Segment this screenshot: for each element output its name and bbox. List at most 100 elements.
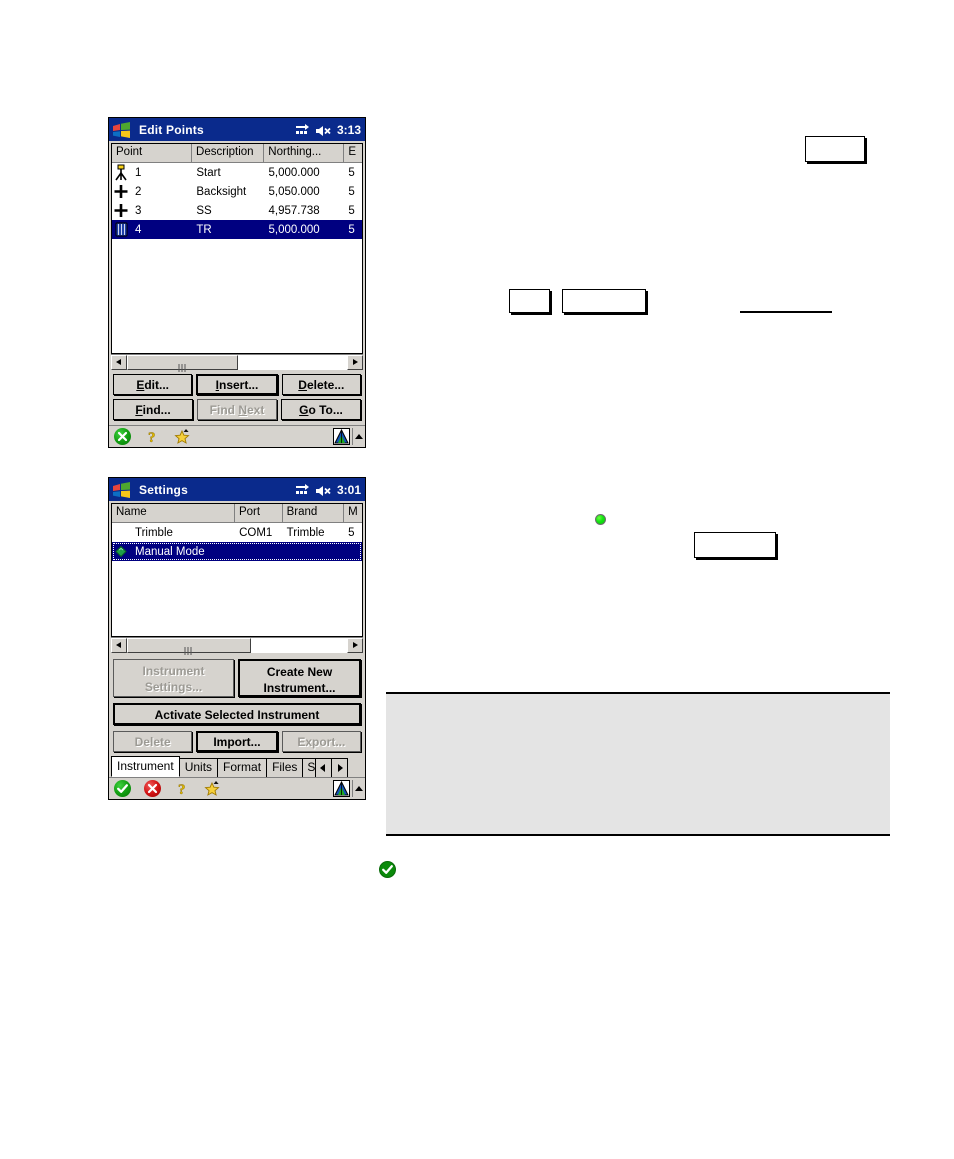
scrollbar-grip-icon bbox=[178, 359, 187, 372]
settings-window: Settings 3:01 Name Port Brand M Trimble … bbox=[108, 477, 366, 800]
tab-units[interactable]: Units bbox=[178, 758, 219, 777]
edit-points-grid-header: Point Description Northing... E bbox=[112, 144, 362, 163]
tab-scroll-left-icon[interactable] bbox=[315, 758, 333, 777]
cell-easting: 5 bbox=[348, 166, 355, 179]
settings-clock[interactable]: 3:01 bbox=[337, 483, 361, 497]
cell-description: TR bbox=[196, 223, 212, 236]
edit-points-horizontal-scrollbar[interactable] bbox=[111, 354, 363, 372]
column-header-model[interactable]: M bbox=[344, 504, 362, 522]
input-panel-icon[interactable] bbox=[333, 428, 350, 445]
scrollbar-thumb[interactable] bbox=[127, 355, 238, 372]
column-header-easting[interactable]: E bbox=[344, 144, 362, 162]
insert-button[interactable]: Insert... bbox=[196, 374, 278, 395]
scrollbar-thumb[interactable] bbox=[127, 638, 251, 655]
edit-points-button-row-2: Find... Find Next Go To... bbox=[109, 399, 365, 420]
settings-statusbar: ? bbox=[109, 777, 365, 799]
green-check-icon bbox=[379, 861, 396, 878]
tab-instrument[interactable]: Instrument bbox=[111, 756, 180, 777]
callout-box-top-right bbox=[805, 136, 865, 162]
scrollbar-grip-icon bbox=[184, 642, 194, 655]
input-panel-icon[interactable] bbox=[333, 780, 350, 797]
cell-description: Start bbox=[196, 166, 221, 179]
settings-horizontal-scrollbar[interactable] bbox=[111, 637, 363, 655]
table-row[interactable]: 3 SS 4,957.738 5 bbox=[112, 201, 362, 220]
close-x-icon[interactable] bbox=[144, 780, 161, 797]
volume-muted-icon[interactable] bbox=[315, 484, 332, 496]
edit-points-titlebar: Edit Points 3:13 bbox=[109, 118, 365, 141]
input-panel-arrow-icon[interactable] bbox=[352, 780, 363, 797]
cell-northing: 5,050.000 bbox=[268, 185, 320, 198]
volume-muted-icon[interactable] bbox=[315, 124, 332, 136]
close-x-icon[interactable] bbox=[114, 428, 131, 445]
settings-tabstrip: Instrument Units Format Files S bbox=[111, 756, 363, 777]
inline-underline bbox=[740, 311, 832, 313]
delete-button: Delete bbox=[113, 731, 193, 752]
scroll-right-icon[interactable] bbox=[347, 355, 363, 370]
column-header-port[interactable]: Port bbox=[234, 504, 283, 522]
cell-point: 1 bbox=[135, 166, 142, 179]
instrument-settings-button: Instrument Settings... bbox=[113, 659, 234, 697]
settings-grid-body: Trimble COM1 Trimble 5 Manual Mode bbox=[112, 523, 362, 561]
find-button[interactable]: Find... bbox=[113, 399, 193, 420]
input-panel-arrow-icon[interactable] bbox=[352, 428, 363, 445]
edit-points-grid: Point Description Northing... E 1 Start … bbox=[111, 143, 363, 354]
column-header-description[interactable]: Description bbox=[192, 144, 265, 162]
help-question-icon[interactable]: ? bbox=[174, 780, 191, 798]
callout-box-settings bbox=[694, 532, 776, 558]
edit-points-statusbar-right bbox=[333, 426, 363, 447]
svg-text:?: ? bbox=[148, 430, 156, 445]
edit-button[interactable]: Edit... bbox=[113, 374, 193, 395]
green-status-dot bbox=[595, 514, 606, 525]
column-header-northing[interactable]: Northing... bbox=[264, 144, 345, 162]
cell-easting: 5 bbox=[348, 185, 355, 198]
connectivity-icon[interactable] bbox=[295, 123, 310, 136]
row-icon-placeholder bbox=[112, 524, 131, 541]
table-row[interactable]: 2 Backsight 5,050.000 5 bbox=[112, 182, 362, 201]
scrollbar-track[interactable] bbox=[127, 638, 347, 655]
cell-name: Trimble bbox=[135, 526, 173, 539]
import-button[interactable]: Import... bbox=[196, 731, 278, 752]
target-prism-icon bbox=[112, 221, 131, 238]
favorites-star-icon[interactable] bbox=[204, 780, 221, 797]
edit-points-grid-body: 1 Start 5,000.000 5 2 Backsight 5,050.00… bbox=[112, 163, 362, 239]
delete-button[interactable]: Delete... bbox=[281, 374, 361, 395]
table-row[interactable]: 1 Start 5,000.000 5 bbox=[112, 163, 362, 182]
scrollbar-track[interactable] bbox=[127, 355, 347, 372]
scroll-right-icon[interactable] bbox=[347, 638, 363, 653]
column-header-brand[interactable]: Brand bbox=[282, 504, 345, 522]
windows-flag-icon[interactable] bbox=[109, 478, 134, 501]
tab-format[interactable]: Format bbox=[217, 758, 268, 777]
tab-survey-clipped[interactable]: S bbox=[302, 758, 317, 777]
column-header-name[interactable]: Name bbox=[112, 504, 235, 522]
ok-check-icon[interactable] bbox=[114, 780, 131, 797]
tab-scroll-right-icon[interactable] bbox=[331, 758, 349, 777]
help-question-icon[interactable]: ? bbox=[144, 428, 161, 446]
create-new-instrument-button[interactable]: Create New Instrument... bbox=[238, 659, 361, 697]
cell-point: 4 bbox=[135, 223, 142, 236]
go-to-button[interactable]: Go To... bbox=[281, 399, 361, 420]
cell-northing: 5,000.000 bbox=[268, 166, 320, 179]
activate-selected-instrument-button[interactable]: Activate Selected Instrument bbox=[113, 703, 361, 725]
scroll-left-icon[interactable] bbox=[111, 638, 127, 653]
cell-description: SS bbox=[196, 204, 212, 217]
edit-points-window: Edit Points 3:13 Point Description North… bbox=[108, 117, 366, 448]
favorites-star-icon[interactable] bbox=[174, 428, 191, 445]
table-row-selected[interactable]: Manual Mode bbox=[112, 542, 362, 561]
windows-flag-icon[interactable] bbox=[109, 118, 134, 141]
callout-box-small-mid bbox=[509, 289, 550, 313]
instrument-settings-line1: Instrument bbox=[142, 664, 205, 678]
settings-grid: Name Port Brand M Trimble COM1 Trimble 5 bbox=[111, 503, 363, 637]
edit-points-title: Edit Points bbox=[139, 122, 204, 137]
edit-points-clock[interactable]: 3:13 bbox=[337, 123, 361, 137]
scroll-left-icon[interactable] bbox=[111, 355, 127, 370]
table-row-selected[interactable]: 4 TR 5,000.000 5 bbox=[112, 220, 362, 239]
instrument-settings-line2: Settings... bbox=[144, 680, 203, 694]
connectivity-icon[interactable] bbox=[295, 483, 310, 496]
export-button: Export... bbox=[281, 731, 361, 752]
tab-files[interactable]: Files bbox=[266, 758, 304, 777]
create-new-instrument-line2: Instrument... bbox=[263, 681, 336, 695]
settings-title: Settings bbox=[139, 482, 188, 497]
edit-points-statusbar: ? bbox=[109, 425, 365, 447]
table-row[interactable]: Trimble COM1 Trimble 5 bbox=[112, 523, 362, 542]
column-header-point[interactable]: Point bbox=[112, 144, 193, 162]
